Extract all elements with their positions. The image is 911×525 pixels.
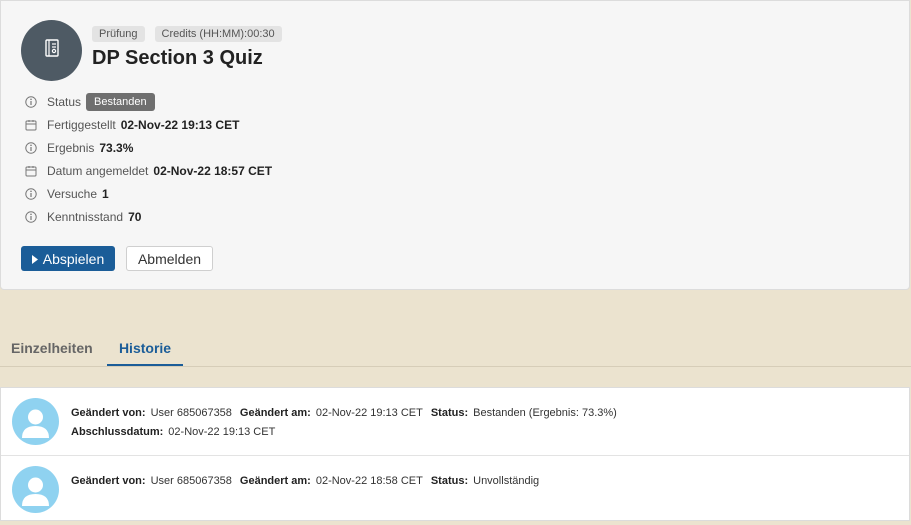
info-icon	[25, 141, 37, 154]
meta-label: Datum angemeldet	[47, 163, 149, 178]
changed-by-value: User 685067358	[150, 406, 232, 419]
history-details: Geändert von: User 685067358 Geändert am…	[71, 403, 625, 441]
history-list: Geändert von: User 685067358 Geändert am…	[0, 387, 910, 521]
history-status-value: Unvollständig	[473, 474, 540, 487]
history-line: Abschlussdatum: 02-Nov-22 19:13 CET	[71, 422, 625, 441]
type-badge: Prüfung	[92, 26, 145, 42]
tab-bar: Einzelheiten Historie	[0, 330, 911, 367]
tab-history[interactable]: Historie	[107, 340, 183, 366]
meta-result: Ergebnis 73.3%	[25, 136, 272, 159]
meta-value: 73.3%	[99, 140, 134, 155]
meta-label: Kenntnisstand	[47, 209, 124, 224]
play-button[interactable]: Abspielen	[21, 246, 115, 271]
user-silhouette-icon	[22, 409, 49, 438]
credits-badge: Credits (HH:MM):00:30	[154, 26, 282, 42]
meta-value: 02-Nov-22 19:13 CET	[120, 117, 240, 132]
meta-attempts: Versuche 1	[25, 182, 272, 205]
completion-value: 02-Nov-22 19:13 CET	[168, 425, 276, 438]
meta-completed: Fertiggestellt 02-Nov-22 19:13 CET	[25, 113, 272, 136]
course-card: Prüfung Credits (HH:MM):00:30 DP Section…	[0, 0, 910, 290]
changed-on-label: Geändert am:	[239, 474, 311, 487]
history-line: Geändert von: User 685067358 Geändert am…	[71, 403, 625, 422]
changed-on-value: 02-Nov-22 18:58 CET	[315, 474, 423, 487]
history-entry: Geändert von: User 685067358 Geändert am…	[1, 455, 909, 522]
changed-by-label: Geändert von:	[71, 474, 146, 487]
changed-on-value: 02-Nov-22 19:13 CET	[315, 406, 423, 419]
meta-knowledge: Kenntnisstand 70	[25, 205, 272, 228]
history-details: Geändert von: User 685067358 Geändert am…	[71, 471, 547, 490]
meta-label: Ergebnis	[47, 140, 95, 155]
unregister-button[interactable]: Abmelden	[126, 246, 213, 271]
meta-value: 02-Nov-22 18:57 CET	[153, 163, 273, 178]
completion-label: Abschlussdatum:	[71, 425, 164, 438]
user-avatar	[12, 466, 59, 513]
meta-registered: Datum angemeldet 02-Nov-22 18:57 CET	[25, 159, 272, 182]
user-silhouette-icon	[22, 477, 49, 506]
meta-list: Status Bestanden Fertiggestellt 02-Nov-2…	[25, 90, 272, 228]
info-icon	[25, 187, 37, 200]
info-icon	[25, 210, 37, 223]
page-title: DP Section 3 Quiz	[92, 47, 263, 69]
status-badge: Bestanden	[86, 92, 155, 111]
calendar-icon	[25, 119, 37, 131]
changed-on-label: Geändert am:	[239, 406, 311, 419]
course-icon	[41, 37, 63, 64]
meta-label: Versuche	[47, 186, 98, 201]
history-status-label: Status:	[430, 474, 469, 487]
play-triangle-icon	[31, 251, 38, 267]
meta-label: Status	[47, 94, 82, 109]
course-avatar	[21, 20, 82, 81]
badge-group: Prüfung Credits (HH:MM):00:30	[92, 26, 282, 42]
history-line: Geändert von: User 685067358 Geändert am…	[71, 471, 547, 490]
changed-by-value: User 685067358	[150, 474, 232, 487]
meta-value: 1	[102, 186, 109, 201]
calendar-icon	[25, 165, 37, 177]
user-avatar	[12, 398, 59, 445]
meta-label: Fertiggestellt	[47, 117, 116, 132]
changed-by-label: Geändert von:	[71, 406, 146, 419]
info-icon	[25, 95, 37, 108]
history-status-label: Status:	[430, 406, 469, 419]
tab-details[interactable]: Einzelheiten	[11, 340, 93, 364]
history-status-value: Bestanden (Ergebnis: 73.3%)	[473, 406, 617, 419]
history-entry: Geändert von: User 685067358 Geändert am…	[1, 388, 909, 455]
meta-value: 70	[128, 209, 142, 224]
play-button-label: Abspielen	[42, 250, 105, 267]
meta-status: Status Bestanden	[25, 90, 272, 113]
